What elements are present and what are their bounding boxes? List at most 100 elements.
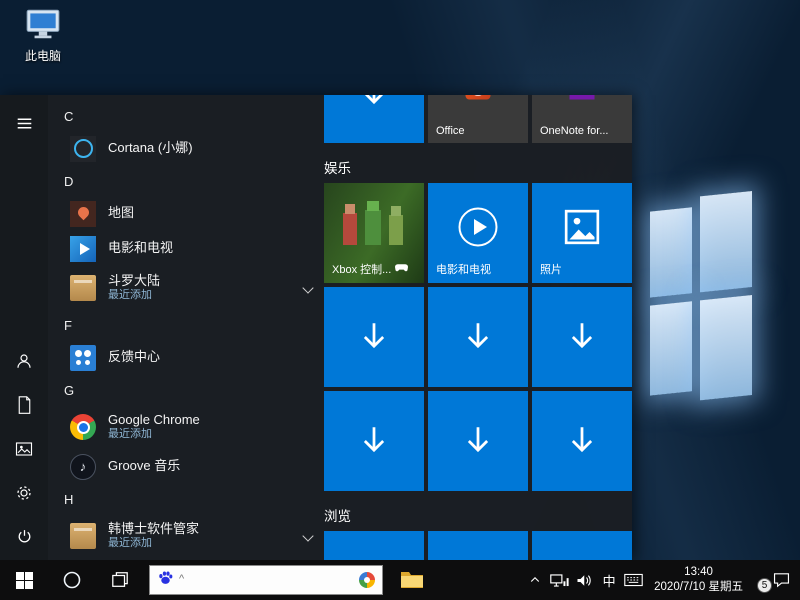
app-tile-xbox[interactable]: Xbox 控制...: [324, 183, 424, 283]
tile-row: Xbox 控制... 电影和电视 照片: [322, 183, 630, 283]
app-label: 电影和电视: [108, 240, 173, 256]
download-arrow-icon: [568, 425, 596, 457]
download-arrow-icon: [360, 95, 388, 109]
rail-settings-button[interactable]: [0, 472, 48, 516]
tile-label: 电影和电视: [436, 261, 491, 277]
tray-time: 13:40: [684, 565, 713, 580]
cortana-button[interactable]: [48, 560, 96, 600]
tile-group-title: 浏览: [324, 505, 630, 523]
download-arrow-icon: [464, 321, 492, 353]
onenote-icon: N: [567, 95, 597, 102]
hamburger-icon: [16, 115, 33, 135]
tile-label: OneNote for...: [540, 125, 608, 137]
app-list-item[interactable]: 电影和电视: [48, 231, 322, 266]
network-icon[interactable]: [547, 560, 572, 600]
tile-label: 照片: [540, 261, 562, 277]
pinwheel-icon[interactable]: [359, 572, 375, 588]
app-list-item[interactable]: 反馈中心: [48, 340, 322, 375]
file-explorer-button[interactable]: [388, 560, 436, 600]
app-list-item[interactable]: 韩博士软件管家最近添加: [48, 514, 322, 558]
action-center-button[interactable]: 5: [751, 560, 800, 600]
start-rail: [0, 95, 48, 560]
computer-icon: [24, 8, 62, 45]
download-arrow-icon: [464, 425, 492, 457]
app-group-header[interactable]: G: [48, 375, 322, 405]
baidu-paw-icon: [157, 569, 174, 591]
app-label: 反馈中心: [108, 349, 160, 365]
pending-app-tile[interactable]: [428, 287, 528, 387]
pending-app-tile[interactable]: [324, 391, 424, 491]
app-label: 地图: [108, 205, 134, 221]
pending-app-tile[interactable]: [532, 391, 632, 491]
notification-badge: 5: [757, 578, 772, 593]
taskbar-search-box[interactable]: ^: [149, 565, 383, 595]
search-dropdown-caret[interactable]: ^: [179, 573, 184, 585]
app-list-item[interactable]: 地图: [48, 196, 322, 231]
app-sublabel: 最近添加: [108, 428, 200, 442]
app-tile-movies-tv[interactable]: 电影和电视: [428, 183, 528, 283]
pending-app-tile[interactable]: [324, 287, 424, 387]
gamepad-icon: [395, 263, 408, 275]
app-label: Groove 音乐: [108, 458, 180, 474]
app-label: Cortana (小娜): [108, 140, 193, 156]
rail-top: [0, 95, 48, 147]
app-list-item[interactable]: 斗罗大陆最近添加: [48, 266, 322, 310]
task-view-button[interactable]: [96, 560, 144, 600]
taskbar-clock[interactable]: 13:40 2020/7/10 星期五: [646, 560, 751, 600]
chevron-down-icon[interactable]: [302, 282, 313, 293]
maps-icon: [70, 201, 96, 227]
app-list-item[interactable]: Google Chrome最近添加: [48, 405, 322, 449]
rail-power-button[interactable]: [0, 516, 48, 560]
app-list: CCortana (小娜)D地图电影和电视斗罗大陆最近添加F反馈中心GGoogl…: [48, 95, 322, 560]
app-sublabel: 最近添加: [108, 289, 160, 303]
rail-user-button[interactable]: [0, 340, 48, 384]
desktop-icon-this-pc[interactable]: 此电脑: [12, 8, 74, 64]
pending-app-tile[interactable]: [532, 287, 632, 387]
rail-hamburger-button[interactable]: [0, 103, 48, 147]
app-group-header[interactable]: C: [48, 101, 322, 131]
app-list-item[interactable]: Cortana (小娜): [48, 131, 322, 166]
settings-icon: [15, 484, 33, 505]
app-group-header[interactable]: D: [48, 166, 322, 196]
tile-group-title: 娱乐: [324, 157, 630, 175]
user-icon: [15, 352, 33, 373]
xbox-icon: [338, 199, 410, 255]
pending-app-tile[interactable]: [324, 95, 424, 143]
app-group-header[interactable]: H: [48, 484, 322, 514]
pending-app-tile[interactable]: [428, 531, 528, 560]
groove-icon: [70, 454, 96, 480]
movies-icon: [70, 236, 96, 262]
folder-icon: [70, 275, 96, 301]
rail-bottom: [0, 340, 48, 560]
chrome-icon: [70, 414, 96, 440]
app-tile-photos[interactable]: 照片: [532, 183, 632, 283]
photos-icon: [562, 207, 602, 247]
tile-label: Xbox 控制...: [332, 261, 408, 277]
app-tile-onenote[interactable]: N OneNote for...: [532, 95, 632, 143]
start-button[interactable]: [0, 560, 48, 600]
office-icon: [463, 95, 493, 102]
app-list-item[interactable]: Groove 音乐: [48, 449, 322, 484]
screen: 此电脑 CCortana (小娜)D地图电影和电视斗罗大陆最近添加F反馈中心GG…: [0, 0, 800, 600]
app-sublabel: 最近添加: [108, 537, 199, 551]
pending-app-tile[interactable]: [324, 531, 424, 560]
pending-app-tile[interactable]: [428, 391, 528, 491]
chevron-down-icon[interactable]: [302, 530, 313, 541]
ime-indicator[interactable]: 中: [597, 560, 621, 600]
rail-documents-button[interactable]: [0, 384, 48, 428]
feedback-icon: [70, 345, 96, 371]
power-icon: [16, 528, 33, 548]
download-arrow-icon: [360, 321, 388, 353]
rail-pictures-button[interactable]: [0, 428, 48, 472]
volume-icon[interactable]: [572, 560, 597, 600]
tray-chevron-up-icon[interactable]: [522, 560, 547, 600]
tray-date: 2020/7/10 星期五: [654, 580, 743, 595]
app-label: Google Chrome: [108, 412, 200, 428]
app-group-header[interactable]: F: [48, 310, 322, 340]
touch-keyboard-icon[interactable]: [621, 560, 646, 600]
app-tile-office[interactable]: Office: [428, 95, 528, 143]
download-arrow-icon: [568, 321, 596, 353]
pending-app-tile[interactable]: [532, 531, 632, 560]
download-arrow-icon: [360, 425, 388, 457]
app-label: 韩博士软件管家: [108, 521, 199, 537]
